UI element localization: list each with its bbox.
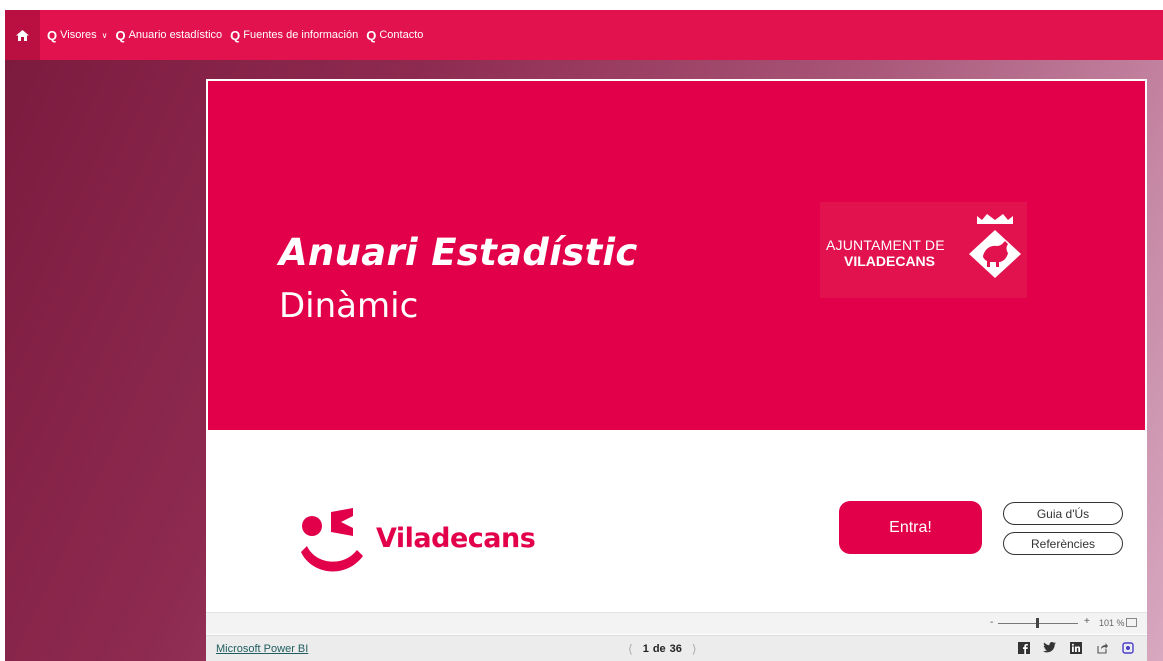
zoom-out-button[interactable]: - [990, 617, 993, 628]
page-separator: de [652, 643, 666, 655]
viladecans-smile-icon [301, 508, 363, 572]
search-icon: Q [115, 27, 126, 43]
zoom-slider-thumb[interactable] [1036, 618, 1039, 628]
powerbi-link[interactable]: Microsoft Power BI [216, 643, 308, 655]
report-title: Anuari Estadístic [279, 231, 638, 274]
coat-of-arms-icon [969, 214, 1021, 278]
chevron-down-icon: ∨ [101, 30, 108, 40]
ajuntament-line1: AJUNTAMENT DE [826, 237, 945, 253]
entra-button[interactable]: Entra! [839, 501, 982, 554]
facebook-icon[interactable] [1017, 641, 1030, 654]
page-total: 36 [669, 643, 682, 655]
ajuntament-logo: AJUNTAMENT DE VILADECANS [820, 202, 1027, 298]
zoom-bar: - + 101 % [206, 612, 1147, 634]
zoom-level: 101 % [1099, 618, 1125, 628]
share-icons [1017, 641, 1134, 654]
next-page-button[interactable]: ⟩ [692, 642, 697, 656]
linkedin-icon[interactable] [1069, 641, 1082, 654]
search-icon: Q [366, 27, 377, 43]
page-navigator: ⟨ 1 de 36 ⟩ [618, 642, 707, 656]
referencies-button[interactable]: Referències [1003, 532, 1123, 555]
powerbi-feedback-icon[interactable] [1121, 641, 1134, 654]
fit-to-page-icon[interactable] [1126, 618, 1137, 627]
nav-item-fuentes[interactable]: Q Fuentes de información [230, 28, 358, 43]
nav-item-anuario[interactable]: Q Anuario estadístico [115, 28, 222, 43]
home-button[interactable] [5, 10, 40, 60]
report-subtitle: Dinàmic [279, 286, 419, 326]
nav-item-label: Fuentes de información [243, 29, 359, 41]
twitter-icon[interactable] [1043, 641, 1056, 654]
nav-item-label: Anuario estadístico [128, 29, 223, 41]
status-bar: Microsoft Power BI ⟨ 1 de 36 ⟩ [206, 635, 1147, 661]
page-current: 1 [642, 643, 649, 655]
ajuntament-line2: VILADECANS [844, 253, 936, 269]
share-icon[interactable] [1095, 641, 1108, 654]
previous-page-button[interactable]: ⟨ [628, 642, 633, 656]
nav-item-visores[interactable]: Q Visores ∨ [47, 28, 107, 43]
hero-banner: Anuari Estadístic Dinàmic AJUNTAMENT DE … [208, 81, 1145, 430]
nav-item-contacto[interactable]: Q Contacto [366, 28, 423, 43]
page-background: Q Visores ∨ Q Anuario estadístico Q Fuen… [5, 10, 1163, 661]
search-icon: Q [47, 27, 58, 43]
viladecans-logo: Viladecans [301, 498, 561, 578]
viladecans-wordmark: Viladecans [376, 523, 536, 554]
search-icon: Q [230, 27, 241, 43]
nav-item-label: Visores [60, 29, 97, 41]
top-navbar: Q Visores ∨ Q Anuario estadístico Q Fuen… [5, 10, 1163, 60]
powerbi-report: Anuari Estadístic Dinàmic AJUNTAMENT DE … [206, 79, 1147, 661]
guia-us-button[interactable]: Guia d'Ús [1003, 502, 1123, 525]
home-icon [16, 29, 29, 41]
zoom-in-button[interactable]: + [1084, 616, 1090, 627]
nav-item-label: Contacto [379, 29, 424, 41]
